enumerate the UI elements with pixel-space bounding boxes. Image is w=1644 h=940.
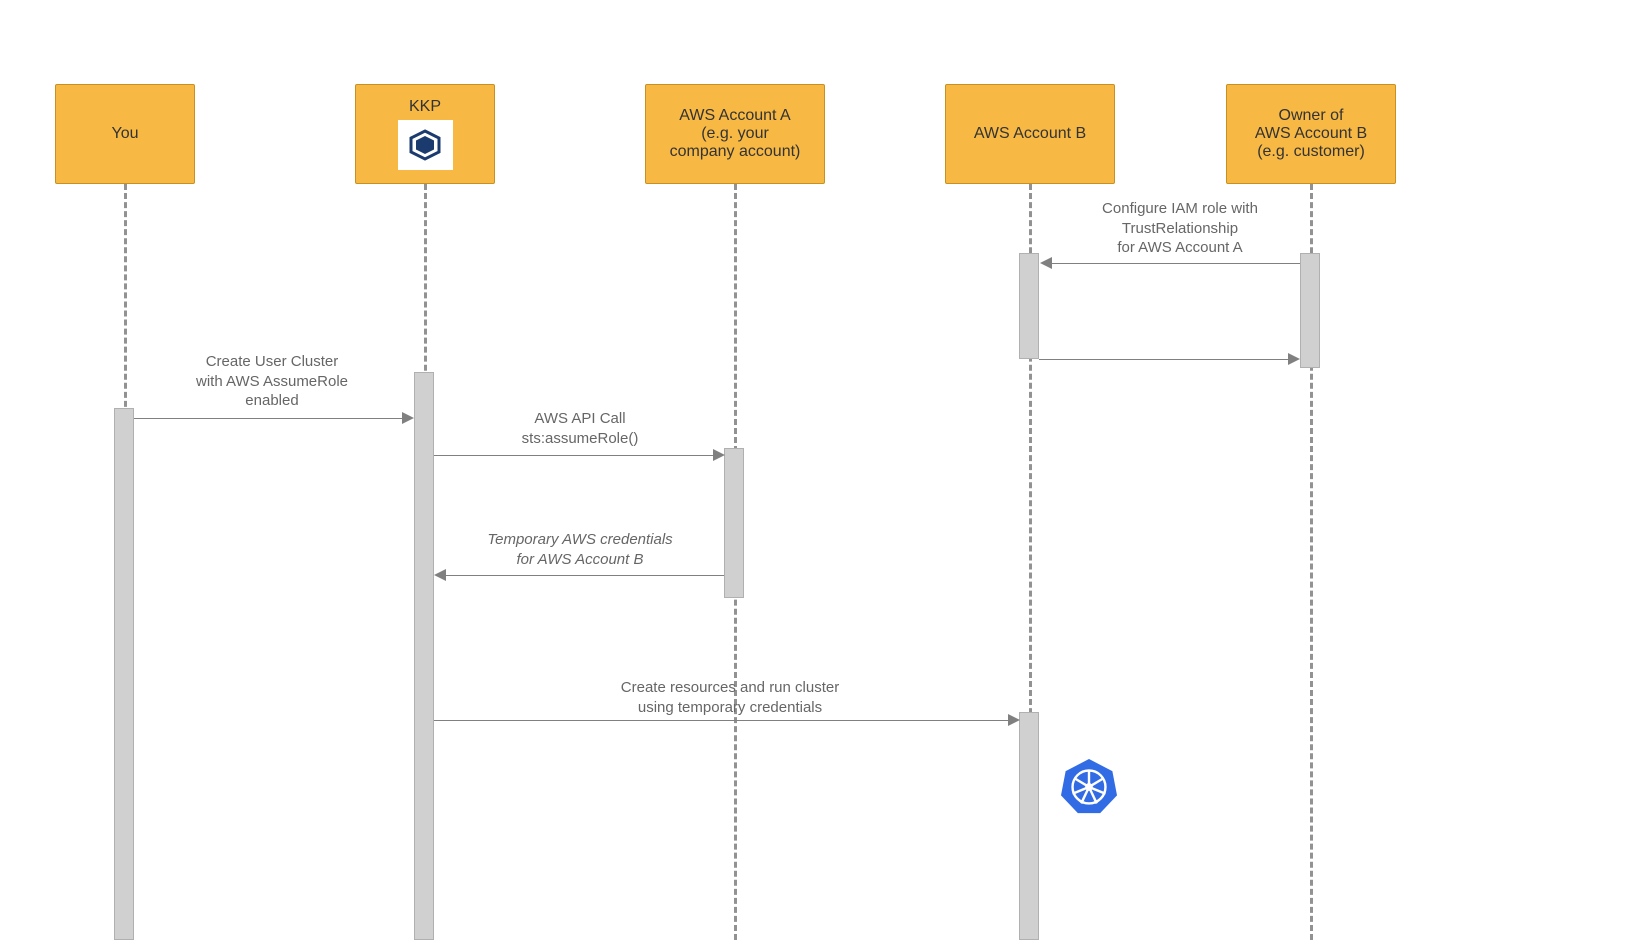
participant-aws-a: AWS Account A (e.g. your company account… xyxy=(645,84,825,184)
msg-text: enabled xyxy=(245,392,298,409)
participant-owner: Owner of AWS Account B (e.g. customer) xyxy=(1226,84,1396,184)
participant-label: Owner of xyxy=(1279,107,1344,125)
msg-text: AWS API Call xyxy=(534,410,625,427)
msg-text: Create resources and run cluster xyxy=(621,679,839,696)
msg-text: Temporary AWS credentials xyxy=(487,531,672,548)
participant-label: AWS Account B xyxy=(974,125,1086,143)
participant-sublabel: company account) xyxy=(670,143,801,161)
msg-text: sts:assumeRole() xyxy=(522,430,639,447)
participant-label: KKP xyxy=(409,98,441,116)
msg-text: for AWS Account B xyxy=(516,551,643,568)
msg-text: using temporary credentials xyxy=(638,699,822,716)
msg-create-resources: Create resources and run cluster using t… xyxy=(621,678,839,717)
participant-label: You xyxy=(112,125,139,143)
activation-owner-1 xyxy=(1300,253,1320,368)
arrowhead-api-call xyxy=(713,449,725,461)
msg-temp-creds: Temporary AWS credentials for AWS Accoun… xyxy=(487,530,672,569)
kubernetes-icon xyxy=(1058,755,1120,822)
participant-you: You xyxy=(55,84,195,184)
activation-awsb-2 xyxy=(1019,712,1039,940)
participant-sublabel: (e.g. your xyxy=(701,125,769,143)
arrow-configure-iam xyxy=(1052,263,1300,264)
arrow-api-call xyxy=(434,455,715,456)
kkp-icon xyxy=(398,120,453,170)
activation-awsa xyxy=(724,448,744,598)
msg-configure-iam: Configure IAM role with TrustRelationshi… xyxy=(1102,199,1258,258)
participant-label: AWS Account B xyxy=(1255,125,1367,143)
arrow-return-owner xyxy=(1039,359,1290,360)
msg-text: TrustRelationship xyxy=(1122,220,1238,237)
activation-kkp xyxy=(414,372,434,940)
arrow-temp-creds xyxy=(446,575,724,576)
arrowhead-return-owner xyxy=(1288,353,1300,365)
arrowhead-create-resources xyxy=(1008,714,1020,726)
activation-you xyxy=(114,408,134,940)
msg-text: with AWS AssumeRole xyxy=(196,373,348,390)
arrow-create-resources xyxy=(434,720,1010,721)
msg-text: Configure IAM role with xyxy=(1102,200,1258,217)
participant-kkp: KKP xyxy=(355,84,495,184)
participant-sublabel: (e.g. customer) xyxy=(1257,143,1365,161)
arrowhead-create-cluster xyxy=(402,412,414,424)
participant-aws-b: AWS Account B xyxy=(945,84,1115,184)
msg-api-call: AWS API Call sts:assumeRole() xyxy=(522,409,639,448)
activation-awsb-1 xyxy=(1019,253,1039,359)
msg-text: Create User Cluster xyxy=(206,353,339,370)
msg-text: for AWS Account A xyxy=(1117,239,1242,256)
participant-label: AWS Account A xyxy=(679,107,790,125)
arrowhead-configure-iam xyxy=(1040,257,1052,269)
msg-create-cluster: Create User Cluster with AWS AssumeRole … xyxy=(196,352,348,411)
arrowhead-temp-creds xyxy=(434,569,446,581)
arrow-create-cluster xyxy=(134,418,404,419)
